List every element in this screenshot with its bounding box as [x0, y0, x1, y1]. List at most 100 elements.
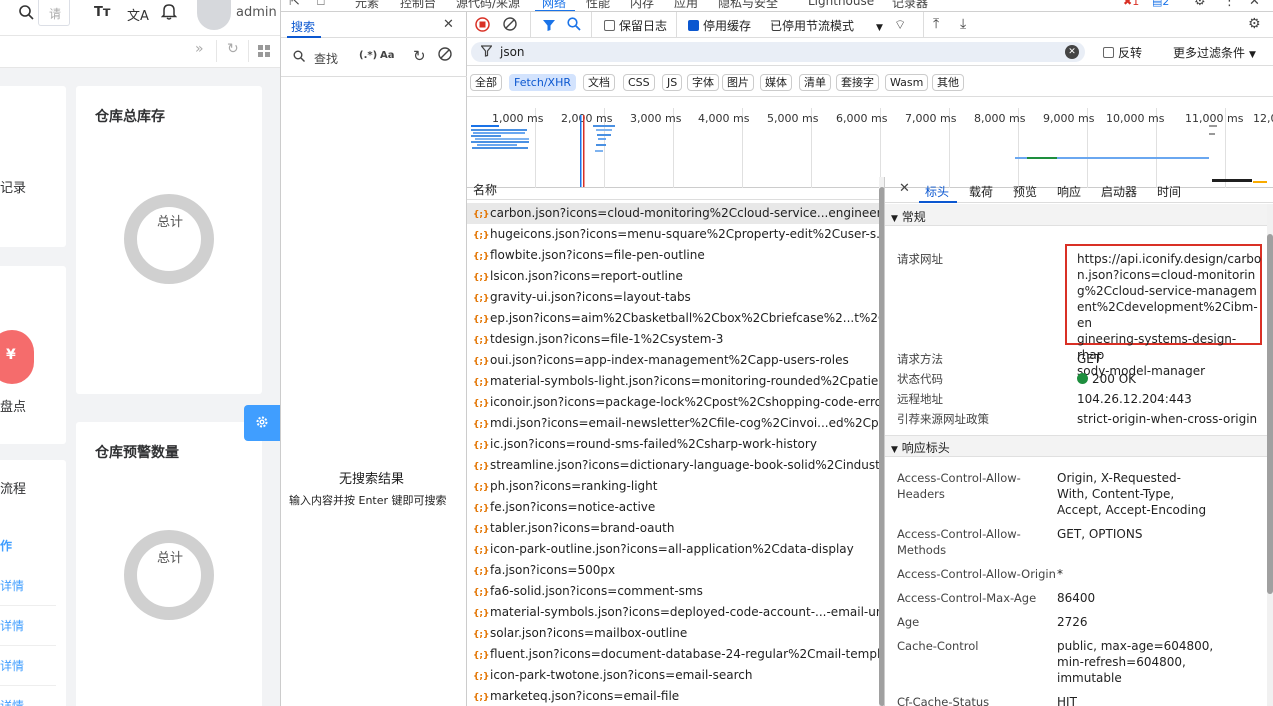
search-input[interactable]: 查找 [314, 50, 338, 67]
table-row[interactable]: {;}flowbite.json?icons=file-pen-outline [467, 245, 879, 266]
table-row[interactable]: {;}lsicon.json?icons=report-outline [467, 266, 879, 287]
font-size-icon[interactable]: Tт [94, 5, 110, 20]
bell-icon[interactable] [160, 3, 178, 23]
close-icon[interactable]: ✕ [899, 181, 910, 196]
table-row[interactable]: {;}material-symbols-light.json?icons=mon… [467, 371, 879, 392]
table-row[interactable]: {;}carbon.json?icons=cloud-monitoring%2C… [467, 203, 879, 224]
table-row[interactable]: {;}solar.json?icons=mailbox-outline [467, 623, 879, 644]
tab-payload[interactable]: 载荷 [969, 183, 993, 200]
chip-manifest[interactable]: 清单 [799, 74, 831, 91]
details-scrollbar-thumb[interactable] [1267, 234, 1273, 594]
detail-link[interactable]: 详情 [0, 697, 24, 706]
chip-all[interactable]: 全部 [470, 74, 502, 91]
tab-recorder[interactable]: 记录器 [892, 0, 928, 11]
search-icon[interactable] [18, 4, 34, 24]
clear-icon[interactable] [503, 17, 517, 34]
filter-icon[interactable] [542, 18, 556, 35]
preserve-log-checkbox[interactable]: 保留日志 [604, 17, 667, 34]
chip-fetch-xhr[interactable]: Fetch/XHR [509, 74, 576, 91]
settings-button[interactable] [244, 405, 280, 441]
tab-application[interactable]: 应用 [674, 0, 698, 11]
detail-link[interactable]: 详情 [0, 577, 24, 594]
avatar[interactable] [197, 0, 231, 30]
table-row[interactable]: {;}oui.json?icons=app-index-management%2… [467, 350, 879, 371]
table-row[interactable]: {;}hugeicons.json?icons=menu-square%2Cpr… [467, 224, 879, 245]
chip-other[interactable]: 其他 [932, 74, 964, 91]
kebab-icon[interactable]: ⋮ [1223, 0, 1236, 9]
chip-socket[interactable]: 套接字 [836, 74, 879, 91]
table-row[interactable]: {;}fe.json?icons=notice-active [467, 497, 879, 518]
table-row[interactable]: {;}icon-park-twotone.json?icons=email-se… [467, 665, 879, 686]
gear-icon[interactable]: ⚙ [1194, 0, 1206, 9]
chip-font[interactable]: 字体 [687, 74, 719, 91]
translate-icon[interactable]: 文A [127, 5, 149, 24]
tab-sources[interactable]: 源代码/来源 [456, 0, 520, 11]
close-icon[interactable]: ✕ [443, 17, 454, 32]
inspect-icon[interactable]: ⇱ [289, 0, 300, 9]
table-row[interactable]: {;}tabler.json?icons=brand-oauth [467, 518, 879, 539]
filter-input[interactable]: json ✕ [471, 42, 1085, 62]
refresh-icon[interactable]: ↻ [227, 41, 239, 57]
record-stop-icon[interactable] [475, 17, 490, 35]
tab-preview[interactable]: 预览 [1013, 183, 1037, 200]
table-row[interactable]: {;}material-symbols.json?icons=deployed-… [467, 602, 879, 623]
table-row[interactable]: {;}fluent.json?icons=document-database-2… [467, 644, 879, 665]
table-row[interactable]: {;}ep.json?icons=aim%2Cbasketball%2Cbox%… [467, 308, 879, 329]
chip-doc[interactable]: 文档 [583, 74, 615, 91]
more-filters-dropdown[interactable]: 更多过滤条件 ▼ [1173, 44, 1256, 61]
table-row[interactable]: {;}streamline.json?icons=dictionary-lang… [467, 455, 879, 476]
table-row[interactable]: {;}fa6-solid.json?icons=comment-sms [467, 581, 879, 602]
device-icon[interactable]: ⎕ [317, 0, 325, 9]
table-row[interactable]: {;}icon-park-outline.json?icons=all-appl… [467, 539, 879, 560]
response-headers-section-header[interactable]: ▼ 响应标头 [885, 435, 1267, 457]
table-row[interactable]: {;}mdi.json?icons=email-newsletter%2Cfil… [467, 413, 879, 434]
general-section-header[interactable]: ▼ 常规 [885, 204, 1267, 226]
regex-toggle[interactable]: (.*) [359, 50, 377, 61]
clear-filter-icon[interactable]: ✕ [1065, 45, 1079, 59]
disable-cache-checkbox[interactable]: 停用缓存 [688, 17, 751, 34]
tab-timing[interactable]: 时间 [1157, 183, 1181, 200]
refresh-icon[interactable]: ↻ [413, 47, 426, 65]
message-count[interactable]: ▤2 [1152, 0, 1169, 8]
close-icon[interactable]: ✕ [1249, 0, 1260, 9]
upload-icon[interactable]: ⤒ [933, 16, 939, 32]
more-tabs-icon[interactable]: » [195, 41, 204, 57]
gear-icon[interactable]: ⚙ [1248, 16, 1261, 32]
tab-performance[interactable]: 性能 [586, 0, 610, 11]
chip-css[interactable]: CSS [623, 74, 655, 91]
chip-js[interactable]: JS [662, 74, 683, 91]
table-row[interactable]: {;}tdesign.json?icons=file-1%2Csystem-3 [467, 329, 879, 350]
username[interactable]: admin [236, 5, 277, 20]
clear-icon[interactable] [438, 47, 452, 64]
case-toggle[interactable]: Aa [380, 50, 395, 61]
table-row[interactable]: {;}gravity-ui.json?icons=layout-tabs [467, 287, 879, 308]
chip-wasm[interactable]: Wasm [885, 74, 929, 91]
wifi-settings-icon[interactable]: ⌔ [894, 17, 906, 33]
search-icon[interactable] [567, 17, 581, 34]
tab-response[interactable]: 响应 [1057, 183, 1081, 200]
detail-link[interactable]: 详情 [0, 657, 24, 674]
tab-initiator[interactable]: 启动器 [1101, 183, 1137, 200]
table-row[interactable]: {;}fa.json?icons=500px [467, 560, 879, 581]
tab-lighthouse[interactable]: Lighthouse [808, 0, 874, 8]
download-icon[interactable]: ⤓ [960, 16, 966, 32]
invert-checkbox[interactable]: 反转 [1103, 44, 1142, 61]
tab-memory[interactable]: 内存 [630, 0, 654, 11]
search-panel-title[interactable]: 搜索 [291, 18, 315, 35]
tab-console[interactable]: 控制台 [400, 0, 436, 11]
chip-image[interactable]: 图片 [722, 74, 754, 91]
tab-headers[interactable]: 标头 [925, 183, 949, 200]
tab-elements[interactable]: 元素 [355, 0, 379, 11]
table-row[interactable]: {;}iconoir.json?icons=package-lock%2Cpos… [467, 392, 879, 413]
chip-media[interactable]: 媒体 [760, 74, 792, 91]
table-row[interactable]: {;}ic.json?icons=round-sms-failed%2Cshar… [467, 434, 879, 455]
table-row[interactable]: {;}marketeq.json?icons=email-file [467, 686, 879, 706]
column-name[interactable]: 名称 [473, 181, 497, 198]
grid-icon[interactable] [258, 45, 270, 60]
search-input[interactable]: 请 [38, 0, 70, 26]
details-scrollbar-track[interactable] [1267, 204, 1273, 706]
tab-privacy[interactable]: 隐私与安全 [718, 0, 778, 11]
error-count[interactable]: ✖1 [1123, 0, 1139, 8]
throttle-select[interactable]: 已停用节流模式 ▼ [770, 17, 883, 34]
table-row[interactable]: {;}ph.json?icons=ranking-light [467, 476, 879, 497]
